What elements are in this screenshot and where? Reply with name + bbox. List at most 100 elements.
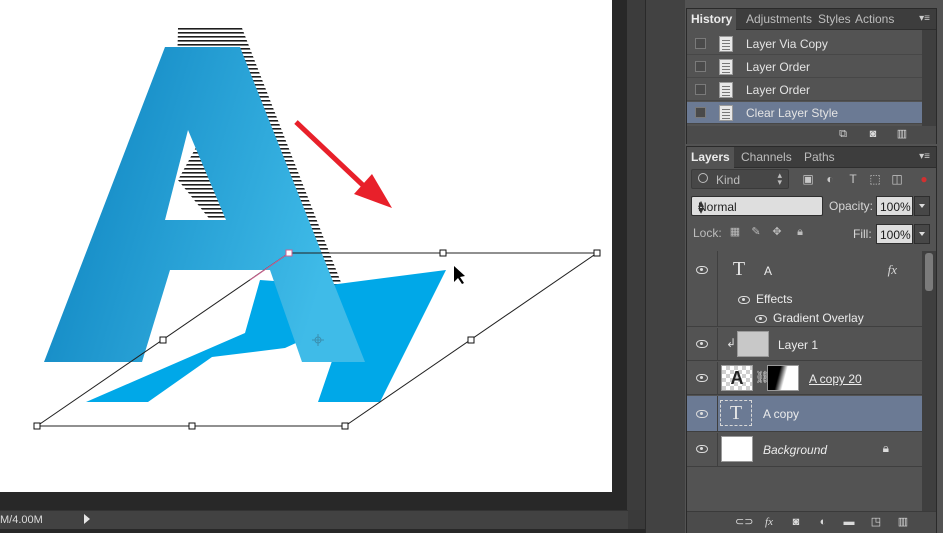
- opacity-label: Opacity:: [829, 199, 874, 213]
- history-state-icon: [719, 105, 733, 121]
- tab-actions[interactable]: Actions: [851, 9, 898, 30]
- layer-mask-thumbnail[interactable]: [767, 365, 799, 391]
- tab-channels[interactable]: Channels: [737, 147, 796, 168]
- layer-name: A: [764, 264, 773, 278]
- gradient-overlay-effect-label: Gradient Overlay: [773, 311, 864, 325]
- effects-label: Effects: [756, 292, 793, 306]
- layer-thumbnail: [721, 436, 753, 462]
- tab-styles[interactable]: Styles: [814, 9, 855, 30]
- layer-name: Background: [763, 443, 828, 457]
- trash-icon[interactable]: ▥: [896, 129, 908, 140]
- tab-adjustments[interactable]: Adjustments: [742, 9, 816, 30]
- fill-field[interactable]: 100%: [876, 224, 913, 244]
- filter-kind-select[interactable]: Kind ▴ ▾: [691, 169, 789, 189]
- layers-panel: Layers Channels Paths ▾≡ Kind ▴ ▾ ▣ ◐ T ⬚…: [686, 146, 937, 533]
- filter-kind-label: Kind: [716, 173, 741, 187]
- history-item-label: Layer Order: [746, 60, 811, 74]
- layer-name: A copy 20: [809, 372, 862, 386]
- visibility-eye-icon[interactable]: [696, 445, 708, 453]
- history-state-icon: [719, 36, 733, 52]
- tab-history[interactable]: History: [687, 9, 737, 30]
- select-arrows-icon: ▴ ▾: [698, 196, 705, 217]
- pixel-filter-icon[interactable]: ▣: [801, 172, 815, 186]
- history-panel-tabs: History Adjustments Styles Actions ▾≡: [687, 9, 936, 30]
- shape-filter-icon[interactable]: ⬚: [868, 172, 882, 186]
- panel-dock-gutter: [645, 0, 685, 533]
- layer-row-a-copy-20[interactable]: A ⛓ A copy 20: [687, 362, 923, 395]
- layer-row-divider: [717, 328, 718, 360]
- history-item[interactable]: Layer Order: [687, 79, 922, 101]
- lock-image-icon[interactable]: ✎: [750, 226, 762, 238]
- history-item[interactable]: Layer Order: [687, 56, 922, 78]
- trash-icon[interactable]: ▥: [897, 517, 909, 528]
- history-state-icon: [719, 59, 733, 75]
- link-layers-icon[interactable]: ⊂⊃: [735, 517, 753, 528]
- gradient-overlay-eye-icon[interactable]: [755, 315, 767, 323]
- blend-mode-select[interactable]: Normal ▴ ▾: [691, 196, 823, 216]
- lock-transparent-icon[interactable]: ▦: [729, 226, 741, 238]
- tab-layers[interactable]: Layers: [687, 147, 734, 168]
- red-arrow-annotation: [294, 120, 392, 208]
- history-source-checkbox[interactable]: [695, 107, 706, 118]
- history-state-icon: [719, 82, 733, 98]
- lock-all-icon[interactable]: 🔒︎: [794, 226, 806, 238]
- layer-thumbnail: [737, 331, 769, 357]
- layer-row-a-copy[interactable]: T A copy: [687, 396, 923, 432]
- lock-icon: 🔒︎: [882, 441, 889, 455]
- type-layer-icon: T: [720, 400, 752, 426]
- document-size-readout: M/4.00M: [0, 514, 43, 526]
- visibility-eye-icon[interactable]: [696, 266, 708, 274]
- layers-footer: ⊂⊃ fx ◙ ◐ ▬ ◳ ▥: [687, 511, 936, 533]
- panel-menu-icon[interactable]: ▾≡: [919, 151, 930, 162]
- layer-row-background[interactable]: Background 🔒︎: [687, 433, 923, 467]
- layer-row-layer-1[interactable]: ↲ Layer 1: [687, 328, 923, 361]
- visibility-eye-icon[interactable]: [696, 374, 708, 382]
- fill-dropdown-button[interactable]: [914, 224, 930, 244]
- select-arrows-icon: ▴ ▾: [777, 170, 782, 187]
- status-menu-arrow-icon[interactable]: [84, 514, 90, 524]
- filter-toggle-icon[interactable]: ●: [917, 172, 931, 186]
- history-source-checkbox[interactable]: [695, 61, 706, 72]
- history-source-checkbox[interactable]: [695, 84, 706, 95]
- opacity-dropdown-button[interactable]: [914, 196, 930, 216]
- fx-icon[interactable]: fx: [763, 517, 775, 528]
- status-bar: M/4.00M: [0, 510, 628, 529]
- history-item-label: Layer Order: [746, 83, 811, 97]
- artwork-svg: [33, 28, 601, 430]
- new-layer-icon[interactable]: ◳: [870, 517, 882, 528]
- history-panel: History Adjustments Styles Actions ▾≡ La…: [686, 8, 937, 144]
- document-canvas[interactable]: [0, 0, 612, 492]
- layer-name: Layer 1: [778, 338, 819, 352]
- history-scrollbar[interactable]: [922, 30, 936, 126]
- folder-icon[interactable]: ▬: [843, 517, 855, 528]
- layer-row-divider: [717, 362, 718, 394]
- history-source-checkbox[interactable]: [695, 38, 706, 49]
- visibility-eye-icon[interactable]: [696, 410, 708, 418]
- new-document-from-state-icon[interactable]: ⧉: [837, 129, 849, 140]
- tab-paths[interactable]: Paths: [800, 147, 839, 168]
- fx-icon[interactable]: fx: [888, 262, 897, 278]
- adjustment-layer-icon[interactable]: ◐: [817, 517, 829, 528]
- clipping-arrow-icon: ↲: [726, 336, 737, 350]
- layer-name: A copy: [763, 407, 800, 421]
- panel-menu-icon[interactable]: ▾≡: [919, 13, 930, 24]
- history-item-label: Clear Layer Style: [746, 106, 839, 120]
- history-item-selected[interactable]: Clear Layer Style: [687, 102, 922, 124]
- adjustment-filter-icon[interactable]: ◐: [823, 172, 837, 186]
- opacity-field[interactable]: 100%: [876, 196, 913, 216]
- snapshot-camera-icon[interactable]: ◙: [867, 129, 879, 140]
- vertical-scrollbar[interactable]: [627, 0, 645, 510]
- layers-panel-tabs: Layers Channels Paths ▾≡: [687, 147, 936, 168]
- layers-scrollbar-thumb[interactable]: [925, 253, 933, 291]
- canvas-workspace[interactable]: M/4.00M: [0, 0, 645, 533]
- visibility-eye-icon[interactable]: [696, 340, 708, 348]
- add-mask-icon[interactable]: ◙: [790, 517, 802, 528]
- layer-row-a[interactable]: T A fx Effects Gradient Overlay: [687, 251, 923, 327]
- type-layer-icon: T: [732, 258, 746, 280]
- lock-position-icon[interactable]: ✥: [771, 226, 783, 238]
- type-filter-icon[interactable]: T: [846, 172, 860, 186]
- effects-visibility-eye-icon[interactable]: [738, 296, 750, 304]
- layer-row-divider: [717, 251, 718, 326]
- smart-object-filter-icon[interactable]: ◫: [890, 172, 904, 186]
- history-item[interactable]: Layer Via Copy: [687, 33, 922, 55]
